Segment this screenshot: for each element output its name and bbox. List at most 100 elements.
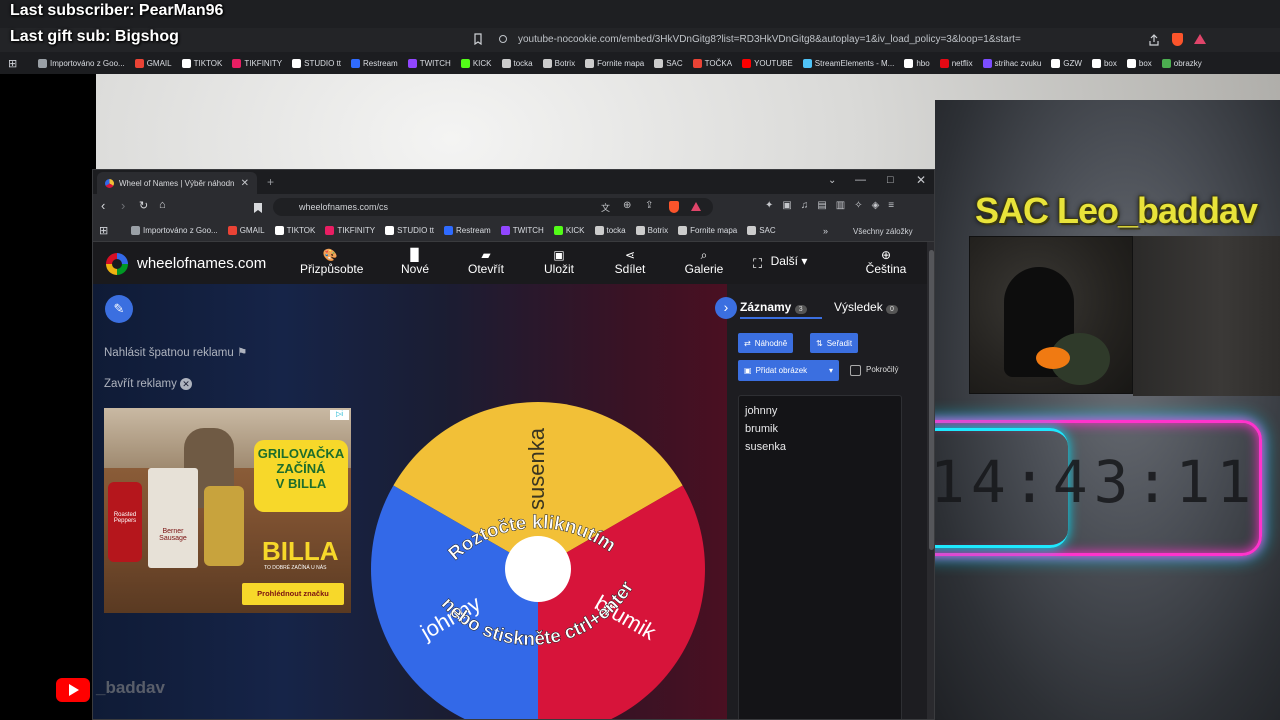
collapse-panel-button[interactable]: ›	[715, 297, 737, 319]
nav-save-button[interactable]: ▣ Uložit	[529, 248, 589, 276]
fullscreen-icon[interactable]: ⛶	[753, 256, 762, 272]
all-bookmarks-folder[interactable]: Všechny záložky	[853, 227, 913, 236]
bookmark-item[interactable]: Fornite mapa	[678, 226, 737, 235]
tab-title: Wheel of Names | Výběr náhodn	[119, 178, 235, 188]
shuffle-button[interactable]: ⇄ Náhodně	[738, 333, 794, 353]
minimize-button[interactable]: —	[855, 174, 866, 186]
tab-results[interactable]: Výsledek 0	[834, 300, 898, 314]
billa-advertisement[interactable]: Roasted Peppers Berner Sausage GRILOVAČK…	[104, 408, 351, 613]
bookmark-item[interactable]: YOUTUBE	[742, 58, 793, 68]
page-scrollbar[interactable]	[927, 242, 934, 719]
tab-entries-label: Záznamy	[740, 300, 792, 314]
nav-file-button[interactable]: ▉ Nové	[385, 248, 445, 276]
share-page-icon[interactable]: ⇪	[645, 200, 653, 211]
bookmark-item[interactable]: STUDIO tt	[385, 226, 434, 235]
bookmark-item[interactable]: Restream	[444, 226, 491, 235]
bookmark-item[interactable]: TWITCH	[407, 58, 451, 68]
close-window-button[interactable]: ✕	[916, 173, 926, 187]
bookmark-item[interactable]: KICK	[460, 58, 492, 68]
bookmark-item[interactable]: STUDIO tt	[292, 58, 341, 68]
entries-list[interactable]: johnny brumik susenka	[745, 402, 786, 456]
bookmark-item[interactable]: TWITCH	[500, 226, 544, 235]
reload-icon[interactable]: ↻	[139, 199, 148, 212]
bookmark-item[interactable]: TIKTOK	[181, 58, 222, 68]
wheel-svg[interactable]: susenkabrumikjohnny Roztočte kliknutím n…	[371, 402, 711, 720]
bookmark-label: SAC	[759, 226, 776, 235]
inner-brave-shield-icon[interactable]	[669, 201, 679, 213]
bookmark-item[interactable]: GMAIL	[227, 226, 265, 235]
brave-shield-icon[interactable]	[1172, 33, 1183, 46]
back-icon[interactable]: ‹	[101, 198, 105, 213]
plush-toy-wing	[1036, 347, 1070, 369]
maximize-button[interactable]: □	[887, 174, 894, 186]
ad-cta-button[interactable]: Prohlédnout značku	[242, 583, 344, 605]
bookmark-item[interactable]: StreamElements - M...	[802, 58, 894, 68]
entry-item[interactable]: brumik	[745, 420, 786, 438]
outer-url-text[interactable]: youtube-nocookie.com/embed/3HkVDnGitg8?l…	[518, 34, 1021, 45]
edit-pencil-button[interactable]: ✎	[105, 295, 133, 323]
close-ads-link[interactable]: Zavřít reklamy ✕	[104, 378, 193, 390]
bookmark-item[interactable]: Fornite mapa	[585, 58, 644, 68]
bookmark-item[interactable]: TIKTOK	[274, 226, 315, 235]
bookmark-label: SAC	[666, 58, 683, 68]
bookmark-item[interactable]: Botrix	[635, 226, 668, 235]
nav-palette-button[interactable]: 🎨 Přizpůsobte	[300, 248, 363, 276]
nav-folder-button[interactable]: ▰ Otevřít	[456, 248, 516, 276]
bookmark-item[interactable]: tocka	[594, 226, 626, 235]
browser-tab[interactable]: Wheel of Names | Výběr náhodn ✕	[97, 172, 257, 194]
bookmark-item[interactable]: TIKFINITY	[232, 58, 282, 68]
bookmark-star-icon[interactable]	[472, 33, 484, 45]
bookmark-favicon-icon	[274, 226, 284, 235]
bookmark-item[interactable]: tocka	[501, 58, 533, 68]
report-ad-link[interactable]: Nahlásit špatnou reklamu ⚑	[104, 345, 247, 359]
bookmark-item[interactable]: KICK	[553, 226, 585, 235]
adchoices-icon[interactable]: ▷i	[330, 410, 349, 420]
tab-entries[interactable]: Záznamy 3	[740, 300, 807, 314]
bookmark-item[interactable]: Importováno z Goo...	[131, 226, 218, 235]
nav-search-button[interactable]: ⌕ Galerie	[674, 248, 734, 276]
wheel-center-button[interactable]	[505, 536, 571, 602]
bookmark-icon[interactable]	[253, 202, 263, 214]
share-icon[interactable]	[1148, 34, 1160, 46]
inner-apps-icon[interactable]: ⊞	[99, 224, 108, 237]
home-icon[interactable]: ⌂	[159, 199, 166, 211]
brave-rewards-icon[interactable]	[1194, 34, 1206, 44]
bookmark-item[interactable]: Importováno z Goo...	[38, 58, 125, 68]
site-settings-icon[interactable]	[498, 34, 508, 44]
close-tab-icon[interactable]: ✕	[241, 178, 249, 189]
search-icon: ⌕	[700, 248, 708, 262]
nav-chevron-down-button[interactable]: Další ▾	[759, 254, 819, 268]
advanced-checkbox[interactable]	[850, 365, 861, 376]
forward-icon[interactable]: ›	[121, 198, 125, 213]
bookmark-item[interactable]: box	[1091, 58, 1117, 68]
new-tab-button[interactable]: +	[267, 175, 274, 189]
bookmark-item[interactable]: strihac zvuku	[982, 58, 1041, 68]
bookmark-item[interactable]: TOČKA	[692, 58, 732, 68]
bookmark-item[interactable]: SAC	[654, 58, 683, 68]
more-bookmarks-icon[interactable]: »	[823, 226, 828, 236]
bookmark-label: Importováno z Goo...	[143, 226, 218, 235]
nav-share-button[interactable]: ⋖ Sdílet	[600, 248, 660, 276]
bookmark-item[interactable]: netflix	[939, 58, 973, 68]
add-image-button[interactable]: ▣ Přidat obrázek ▾	[738, 360, 839, 381]
nav-globe-button[interactable]: ⊕ Čeština	[856, 248, 916, 276]
bookmark-item[interactable]: GMAIL	[134, 58, 172, 68]
bookmark-item[interactable]: box	[1126, 58, 1152, 68]
entry-item[interactable]: johnny	[745, 402, 786, 420]
extension-icons[interactable]: ✦▣♫▤▥✧◈≡	[765, 200, 903, 211]
bookmark-item[interactable]: Botrix	[542, 58, 576, 68]
translate-icon[interactable]: 文	[601, 201, 610, 214]
bookmark-item[interactable]: GZW	[1051, 58, 1082, 68]
bookmark-item[interactable]: Restream	[351, 58, 398, 68]
tab-list-chevron-icon[interactable]: ⌄	[828, 175, 836, 186]
apps-grid-icon[interactable]: ⊞	[8, 57, 17, 70]
sort-button[interactable]: ⇅ Seřadit	[810, 333, 859, 353]
entry-item[interactable]: susenka	[745, 438, 786, 456]
zoom-icon[interactable]: ⊕	[623, 200, 631, 211]
bookmark-item[interactable]: TIKFINITY	[325, 226, 375, 235]
bookmark-item[interactable]: SAC	[747, 226, 776, 235]
bookmark-item[interactable]: hbo	[904, 58, 930, 68]
bookmark-label: Botrix	[554, 58, 576, 68]
bookmark-item[interactable]: obrazky	[1161, 58, 1202, 68]
inner-rewards-icon[interactable]	[691, 202, 701, 211]
